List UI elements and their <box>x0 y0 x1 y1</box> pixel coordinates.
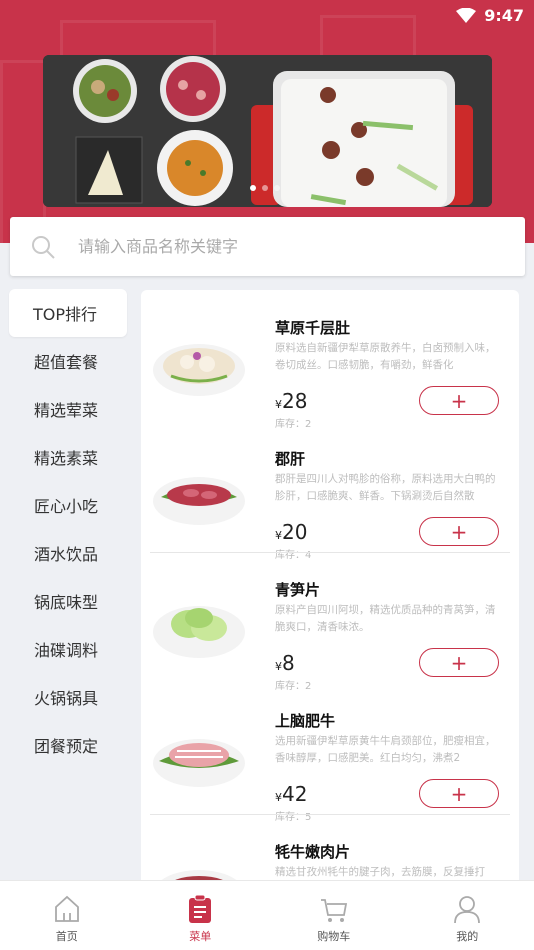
category-dipping-sauce[interactable]: 油碟调料 <box>0 625 135 673</box>
add-to-cart-button[interactable]: + <box>419 779 499 808</box>
product-price: ¥42 <box>275 782 307 806</box>
product-name: 郡肝 <box>275 448 305 469</box>
tab-menu[interactable]: 菜单 <box>134 881 268 950</box>
tab-label: 购物车 <box>317 928 350 944</box>
product-image <box>151 326 247 398</box>
plus-icon: + <box>451 389 468 413</box>
product-description: 郡肝是四川人对鸭胗的俗称，原料选用大白鸭的胗肝，口感脆爽、鲜香。下锅涮烫后自然散 <box>275 471 505 505</box>
cart-icon <box>320 894 348 924</box>
search-input[interactable] <box>76 236 480 257</box>
banner-pagination <box>250 185 280 191</box>
tab-label: 首页 <box>56 928 78 944</box>
plus-icon: + <box>451 651 468 675</box>
plus-icon: + <box>451 520 468 544</box>
add-to-cart-button[interactable]: + <box>419 386 499 415</box>
category-value-sets[interactable]: 超值套餐 <box>0 337 135 385</box>
user-icon <box>453 894 481 924</box>
category-drinks[interactable]: 酒水饮品 <box>0 529 135 577</box>
product-price: ¥20 <box>275 520 307 544</box>
list-item[interactable]: 牦牛嫩肉片 精选甘孜州牦牛的腱子肉，去筋膜，反复捶打 <box>141 814 519 890</box>
search-bar[interactable] <box>10 217 525 276</box>
wifi-icon <box>456 8 476 23</box>
category-snacks[interactable]: 匠心小吃 <box>0 481 135 529</box>
home-icon <box>53 894 81 924</box>
list-item[interactable]: 郡肝 郡肝是四川人对鸭胗的俗称，原料选用大白鸭的胗肝，口感脆爽、鲜香。下锅涮烫后… <box>141 421 519 552</box>
product-list[interactable]: 草原千层肚 原料选自新疆伊犁草原散养牛，白卤预制入味，卷切成丝。口感韧脆，有嚼劲… <box>141 290 519 890</box>
product-name: 草原千层肚 <box>275 317 350 338</box>
category-group-order[interactable]: 团餐预定 <box>0 721 135 769</box>
list-item[interactable]: 上脑肥牛 选用新疆伊犁草原黄牛牛肩颈部位，肥瘦相宜，香味醇厚，口感肥美。红白均匀… <box>141 683 519 814</box>
product-description: 原料产自四川阿坝，精选优质品种的青莴笋，清脆爽口，清香味浓。 <box>275 602 505 636</box>
category-soup-base[interactable]: 锅底味型 <box>0 577 135 625</box>
menu-icon <box>186 894 214 924</box>
list-item[interactable]: 草原千层肚 原料选自新疆伊犁草原散养牛，白卤预制入味，卷切成丝。口感韧脆，有嚼劲… <box>141 290 519 421</box>
status-bar: 9:47 <box>0 0 534 30</box>
tab-profile[interactable]: 我的 <box>401 881 534 950</box>
add-to-cart-button[interactable]: + <box>419 517 499 546</box>
bottom-tab-bar: 首页 菜单 购物车 我的 <box>0 880 534 950</box>
category-sidebar: TOP排行 超值套餐 精选荤菜 精选素菜 匠心小吃 酒水饮品 锅底味型 油碟调料… <box>0 289 135 769</box>
product-price: ¥28 <box>275 389 307 413</box>
product-image <box>151 457 247 529</box>
plus-icon: + <box>451 782 468 806</box>
product-name: 牦牛嫩肉片 <box>275 841 350 862</box>
tab-home[interactable]: 首页 <box>0 881 134 950</box>
add-to-cart-button[interactable]: + <box>419 648 499 677</box>
product-image <box>151 719 247 791</box>
product-description: 原料选自新疆伊犁草原散养牛，白卤预制入味，卷切成丝。口感韧脆，有嚼劲，鲜香化 <box>275 340 505 374</box>
tab-label: 菜单 <box>189 928 211 944</box>
product-name: 青笋片 <box>275 579 320 600</box>
search-icon <box>30 234 56 260</box>
product-image <box>151 588 247 660</box>
promo-banner[interactable] <box>43 55 492 207</box>
category-vegetable[interactable]: 精选素菜 <box>0 433 135 481</box>
category-top[interactable]: TOP排行 <box>9 289 127 337</box>
product-name: 上脑肥牛 <box>275 710 335 731</box>
list-item[interactable]: 青笋片 原料产自四川阿坝，精选优质品种的青莴笋，清脆爽口，清香味浓。 ¥8 库存… <box>141 552 519 683</box>
category-meat[interactable]: 精选荤菜 <box>0 385 135 433</box>
product-description: 选用新疆伊犁草原黄牛牛肩颈部位，肥瘦相宜，香味醇厚，口感肥美。红白均匀，沸煮2 <box>275 733 505 767</box>
tab-label: 我的 <box>456 928 478 944</box>
status-time: 9:47 <box>484 6 524 25</box>
product-price: ¥8 <box>275 651 295 675</box>
tab-cart[interactable]: 购物车 <box>267 881 401 950</box>
category-cookware[interactable]: 火锅锅具 <box>0 673 135 721</box>
